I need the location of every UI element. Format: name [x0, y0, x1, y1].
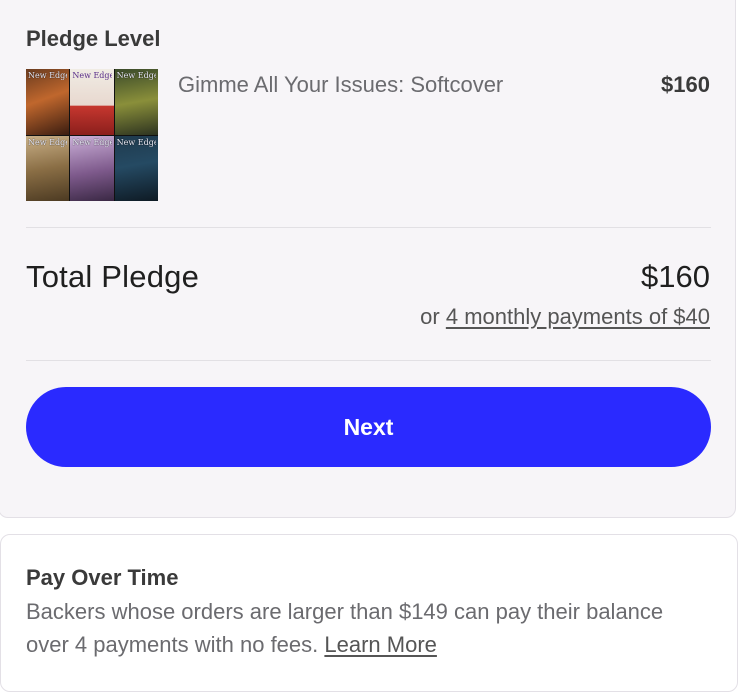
total-pledge-label: Total Pledge — [26, 259, 200, 294]
pay-over-time-title: Pay Over Time — [26, 565, 179, 590]
cover-tile: New Edge — [114, 135, 158, 201]
cover-masthead: New Edge — [116, 71, 156, 80]
next-button[interactable]: Next — [26, 387, 711, 467]
cover-tile: New Edge — [70, 69, 114, 135]
cover-masthead: New Edge — [28, 137, 68, 147]
cover-tile: New Edge — [70, 135, 114, 201]
cover-tile: New Edge — [26, 135, 70, 201]
installments-link[interactable]: 4 monthly payments of $40 — [446, 304, 710, 329]
reward-thumbnail: New Edge New Edge New Edge New Edge New … — [26, 69, 158, 201]
divider — [26, 227, 711, 228]
learn-more-link[interactable]: Learn More — [324, 632, 437, 657]
cover-tile: New Edge — [114, 69, 158, 135]
cover-masthead: New Edge — [28, 71, 68, 80]
cover-masthead: New Edge — [72, 137, 112, 147]
installments-note: or 4 monthly payments of $40 — [420, 304, 710, 330]
cover-masthead: New Edge — [72, 71, 112, 80]
cover-masthead: New Edge — [116, 137, 156, 147]
cover-tile: New Edge — [26, 69, 70, 135]
total-pledge-amount: $160 — [641, 259, 710, 294]
divider — [26, 360, 711, 361]
installments-prefix: or — [420, 304, 440, 329]
reward-title: Gimme All Your Issues: Softcover — [178, 72, 504, 97]
pay-over-time-description: Backers whose orders are larger than $14… — [26, 595, 686, 661]
reward-price: $160 — [661, 72, 710, 97]
pledge-level-heading: Pledge Level — [26, 26, 161, 51]
